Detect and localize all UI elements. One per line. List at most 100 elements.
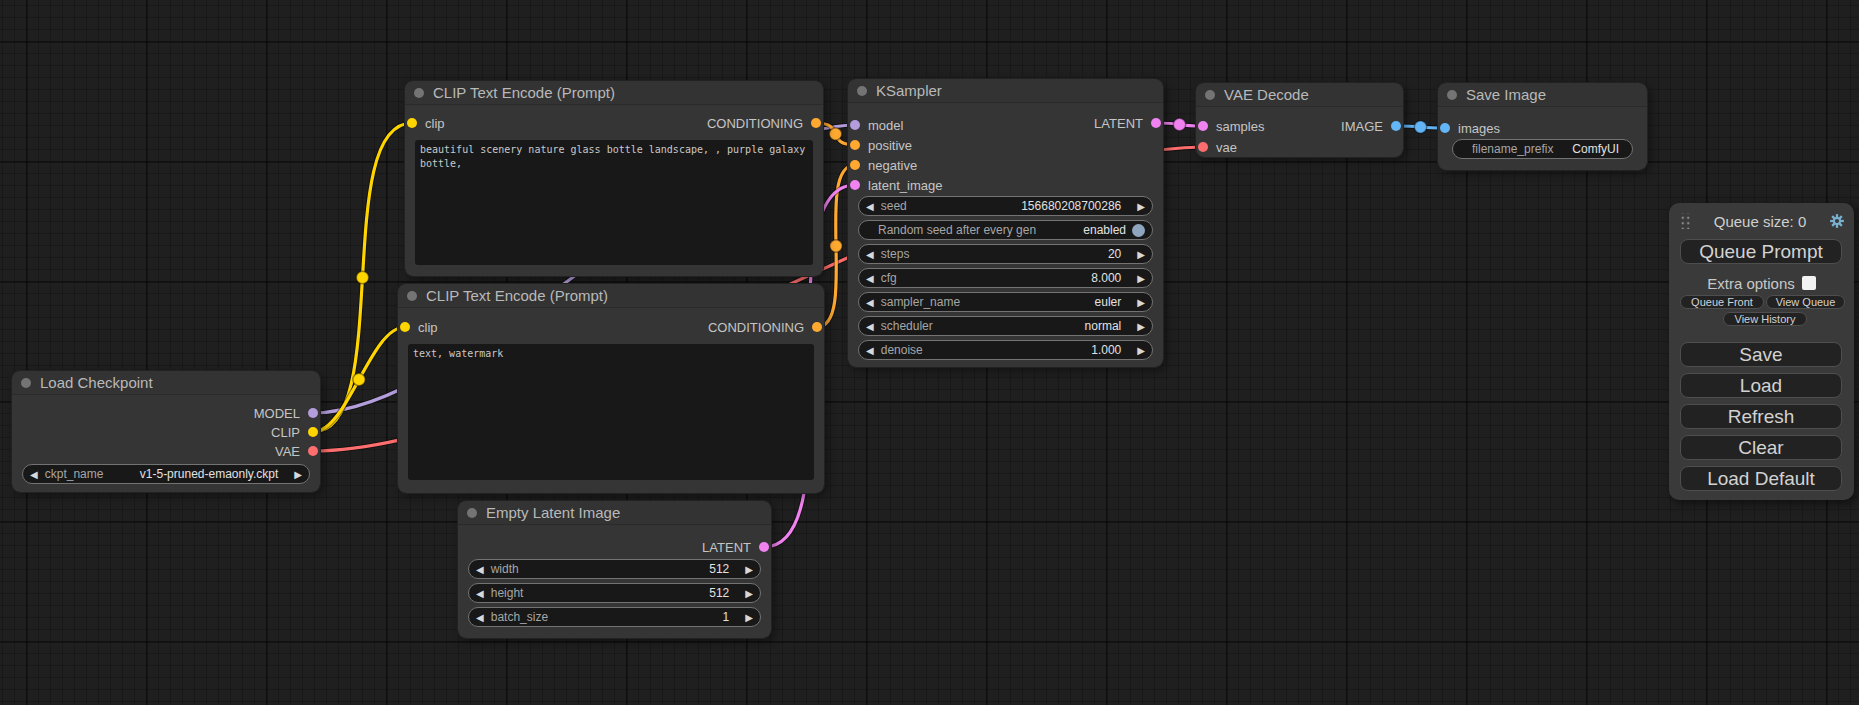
node-ksampler[interactable]: KSampler model positive negative latent_… xyxy=(848,79,1163,367)
view-queue-button[interactable]: View Queue xyxy=(1766,295,1845,309)
save-button[interactable]: Save xyxy=(1680,342,1842,367)
input-slot-vae[interactable]: vae xyxy=(1196,137,1403,157)
increment-arrow-icon[interactable]: ▶ xyxy=(1137,201,1145,212)
decrement-arrow-icon[interactable]: ◀ xyxy=(476,588,484,599)
drag-handle-icon[interactable] xyxy=(1679,213,1690,229)
collapse-dot-icon[interactable] xyxy=(414,88,424,98)
prompt-textarea[interactable]: beautiful scenery nature glass bottle la… xyxy=(415,140,813,265)
link-midpoint-dot[interactable] xyxy=(1414,121,1426,133)
load-default-button[interactable]: Load Default xyxy=(1680,466,1842,491)
slot-dot-image[interactable] xyxy=(1391,121,1401,131)
increment-arrow-icon[interactable]: ▶ xyxy=(1137,321,1145,332)
slot-dot-latent[interactable] xyxy=(759,542,769,552)
widget-random-seed[interactable]: Random seed after every gen enabled xyxy=(858,220,1153,240)
increment-arrow-icon[interactable]: ▶ xyxy=(1137,249,1145,260)
slot-dot-latent[interactable] xyxy=(1151,118,1161,128)
slot-dot-conditioning[interactable] xyxy=(850,140,860,150)
node-header[interactable]: Save Image xyxy=(1438,83,1647,107)
node-header[interactable]: CLIP Text Encode (Prompt) xyxy=(405,81,823,105)
prompt-textarea[interactable]: text, watermark xyxy=(408,344,814,480)
collapse-dot-icon[interactable] xyxy=(407,291,417,301)
decrement-arrow-icon[interactable]: ◀ xyxy=(476,612,484,623)
node-empty-latent-image[interactable]: Empty Latent Image LATENT ◀ width 512 ▶ … xyxy=(458,501,771,638)
widget-batch-size[interactable]: ◀ batch_size 1 ▶ xyxy=(468,607,761,627)
widget-scheduler[interactable]: ◀ scheduler normal ▶ xyxy=(858,316,1153,336)
widget-denoise[interactable]: ◀ denoise 1.000 ▶ xyxy=(858,340,1153,360)
clear-button[interactable]: Clear xyxy=(1680,435,1842,460)
view-history-button[interactable]: View History xyxy=(1723,312,1807,326)
collapse-dot-icon[interactable] xyxy=(21,378,31,388)
decrement-arrow-icon[interactable]: ◀ xyxy=(30,469,38,480)
queue-front-button[interactable]: Queue Front xyxy=(1680,295,1764,309)
increment-arrow-icon[interactable]: ▶ xyxy=(294,469,302,480)
input-slot-negative[interactable]: negative xyxy=(848,155,1163,175)
output-slot-clip[interactable]: CLIP xyxy=(12,422,320,442)
decrement-arrow-icon[interactable]: ◀ xyxy=(866,345,874,356)
widget-steps[interactable]: ◀ steps 20 ▶ xyxy=(858,244,1153,264)
node-header[interactable]: CLIP Text Encode (Prompt) xyxy=(398,284,824,308)
widget-sampler-name[interactable]: ◀ sampler_name euler ▶ xyxy=(858,292,1153,312)
increment-arrow-icon[interactable]: ▶ xyxy=(745,612,753,623)
node-clip-text-encode-positive[interactable]: CLIP Text Encode (Prompt) clip CONDITION… xyxy=(405,81,823,276)
decrement-arrow-icon[interactable]: ◀ xyxy=(866,201,874,212)
input-slot-images[interactable]: images xyxy=(1438,118,1647,138)
slot-dot-conditioning[interactable] xyxy=(811,118,821,128)
widget-height[interactable]: ◀ height 512 ▶ xyxy=(468,583,761,603)
collapse-dot-icon[interactable] xyxy=(1205,90,1215,100)
link-midpoint-dot[interactable] xyxy=(1173,118,1185,130)
increment-arrow-icon[interactable]: ▶ xyxy=(745,564,753,575)
output-slot-image[interactable]: IMAGE xyxy=(1196,116,1403,136)
collapse-dot-icon[interactable] xyxy=(857,86,867,96)
slot-dot-model[interactable] xyxy=(308,408,318,418)
increment-arrow-icon[interactable]: ▶ xyxy=(745,588,753,599)
input-slot-latent-image[interactable]: latent_image xyxy=(848,175,1163,195)
node-header[interactable]: Empty Latent Image xyxy=(458,501,771,525)
node-vae-decode[interactable]: VAE Decode samples vae IMAGE xyxy=(1196,83,1403,157)
decrement-arrow-icon[interactable]: ◀ xyxy=(866,273,874,284)
load-button[interactable]: Load xyxy=(1680,373,1842,398)
output-slot-conditioning[interactable]: CONDITIONING xyxy=(398,317,824,337)
output-slot-latent[interactable]: LATENT xyxy=(458,537,771,557)
queue-prompt-button[interactable]: Queue Prompt xyxy=(1680,239,1842,264)
settings-gear-icon[interactable] xyxy=(1830,214,1844,228)
widget-seed[interactable]: ◀ seed 156680208700286 ▶ xyxy=(858,196,1153,216)
slot-dot-clip[interactable] xyxy=(308,427,318,437)
input-slot-positive[interactable]: positive xyxy=(848,135,1163,155)
slot-dot-latent[interactable] xyxy=(850,180,860,190)
link-midpoint-dot[interactable] xyxy=(830,240,842,252)
node-load-checkpoint[interactable]: Load Checkpoint MODEL CLIP VAE ◀ ckpt_na… xyxy=(12,371,320,492)
decrement-arrow-icon[interactable]: ◀ xyxy=(866,249,874,260)
widget-cfg[interactable]: ◀ cfg 8.000 ▶ xyxy=(858,268,1153,288)
collapse-dot-icon[interactable] xyxy=(1447,90,1457,100)
extra-options-checkbox[interactable] xyxy=(1802,276,1816,290)
link-midpoint-dot[interactable] xyxy=(356,271,368,283)
widget-ckpt-name[interactable]: ◀ ckpt_name v1-5-pruned-emaonly.ckpt ▶ xyxy=(22,464,310,484)
slot-dot-conditioning[interactable] xyxy=(812,322,822,332)
decrement-arrow-icon[interactable]: ◀ xyxy=(866,297,874,308)
refresh-button[interactable]: Refresh xyxy=(1680,404,1842,429)
node-header[interactable]: Load Checkpoint xyxy=(12,371,320,395)
decrement-arrow-icon[interactable]: ◀ xyxy=(476,564,484,575)
slot-dot-conditioning[interactable] xyxy=(850,160,860,170)
increment-arrow-icon[interactable]: ▶ xyxy=(1137,345,1145,356)
node-header[interactable]: VAE Decode xyxy=(1196,83,1403,107)
widget-width[interactable]: ◀ width 512 ▶ xyxy=(468,559,761,579)
slot-dot-image[interactable] xyxy=(1440,123,1450,133)
node-graph-canvas[interactable]: Load Checkpoint MODEL CLIP VAE ◀ ckpt_na… xyxy=(0,0,1859,705)
output-slot-model[interactable]: MODEL xyxy=(12,403,320,423)
toggle-dot[interactable] xyxy=(1132,224,1145,237)
link-midpoint-dot[interactable] xyxy=(353,373,365,385)
decrement-arrow-icon[interactable]: ◀ xyxy=(866,321,874,332)
slot-dot-vae[interactable] xyxy=(1198,142,1208,152)
increment-arrow-icon[interactable]: ▶ xyxy=(1137,273,1145,284)
slot-dot-vae[interactable] xyxy=(308,446,318,456)
output-slot-vae[interactable]: VAE xyxy=(12,441,320,461)
link-midpoint-dot[interactable] xyxy=(829,128,841,140)
node-clip-text-encode-negative[interactable]: CLIP Text Encode (Prompt) clip CONDITION… xyxy=(398,284,824,493)
output-slot-conditioning[interactable]: CONDITIONING xyxy=(405,113,823,133)
output-slot-latent[interactable]: LATENT xyxy=(848,113,1163,133)
node-save-image[interactable]: Save Image images filename_prefix ComfyU… xyxy=(1438,83,1647,170)
increment-arrow-icon[interactable]: ▶ xyxy=(1137,297,1145,308)
collapse-dot-icon[interactable] xyxy=(467,508,477,518)
widget-filename-prefix[interactable]: filename_prefix ComfyUI xyxy=(1452,139,1633,159)
